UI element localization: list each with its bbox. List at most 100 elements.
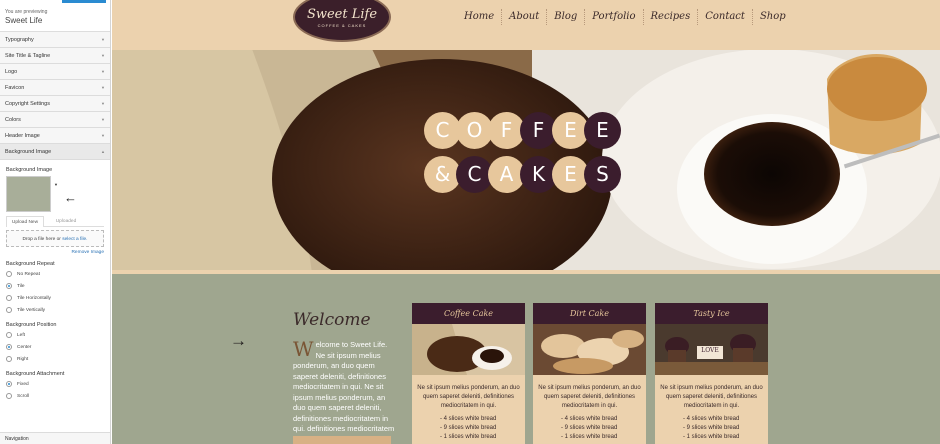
radio-label: Tile (17, 283, 25, 289)
product-card-tasty-ice[interactable]: Tasty Ice LOVE Ne sit ipsum melius ponde… (655, 303, 768, 444)
radio-button-selected[interactable] (6, 344, 12, 350)
section-label: Copyright Settings (5, 101, 50, 107)
radio-button[interactable] (6, 271, 12, 277)
card-image (412, 324, 525, 375)
chevron-down-icon: ▼ (101, 69, 105, 74)
card-text: Ne sit ipsum melius ponderum, an duo que… (538, 385, 641, 409)
preview-info: You are previewing Sweet Life (0, 3, 110, 32)
radio-center[interactable]: Center (6, 341, 104, 353)
card-image: LOVE (655, 324, 768, 375)
card-text: Ne sit ipsum melius ponderum, an duo que… (417, 385, 520, 409)
section-copyright[interactable]: Copyright Settings ▼ (0, 96, 110, 112)
radio-button-selected[interactable] (6, 381, 12, 387)
card-ingredients: - 4 slices white bread - 9 slices white … (655, 411, 768, 442)
radio-no-repeat[interactable]: No Repeat (6, 268, 104, 280)
section-logo[interactable]: Logo ▼ (0, 64, 110, 80)
file-drop-zone[interactable]: Drop a file here or select a file. (6, 230, 104, 247)
list-item: - 9 slices white bread (683, 425, 740, 431)
bg-image-thumbnail[interactable] (6, 176, 51, 212)
hero-bottom-border (112, 270, 940, 274)
list-item: - 4 slices white bread (561, 416, 618, 422)
customizer-sidebar: You are previewing Sweet Life Typography… (0, 0, 111, 444)
list-item: - 4 slices white bread (683, 416, 740, 422)
logo-title: Sweet Life (306, 7, 378, 22)
radio-button[interactable] (6, 307, 12, 313)
radio-tile[interactable]: Tile (6, 280, 104, 292)
radio-label: Center (17, 344, 32, 350)
chevron-down-icon: ▼ (101, 133, 105, 138)
section-label: Colors (5, 117, 21, 123)
section-label: Background Image (5, 149, 52, 155)
radio-button[interactable] (6, 356, 12, 362)
nav-recipes[interactable]: Recipes (642, 9, 698, 25)
nav-home[interactable]: Home (457, 9, 501, 25)
select-file-link[interactable]: select a file. (62, 237, 87, 242)
radio-label: No Repeat (17, 271, 40, 277)
welcome-title: Welcome (293, 310, 371, 330)
drop-text: Drop a file here or (22, 237, 63, 242)
card-text: Ne sit ipsum melius ponderum, an duo que… (660, 385, 763, 409)
chevron-down-icon[interactable]: ▼ (54, 182, 58, 187)
chevron-up-icon: ▲ (101, 149, 105, 154)
section-colors[interactable]: Colors ▼ (0, 112, 110, 128)
radio-scroll[interactable]: Scroll (6, 390, 104, 402)
bg-image-label: Background Image (6, 167, 53, 173)
radio-button[interactable] (6, 393, 12, 399)
list-item: - 1 slices white bread (440, 434, 497, 440)
section-label: Site Title & Tagline (5, 53, 51, 59)
nav-about[interactable]: About (501, 9, 546, 25)
card-title: Tasty Ice (655, 303, 768, 324)
nav-shop[interactable]: Shop (751, 9, 793, 25)
pastries-photo (533, 324, 646, 375)
drop-cap: W (293, 337, 314, 361)
section-navigation[interactable]: Navigation (0, 432, 110, 444)
list-item: - 1 slices white bread (561, 434, 618, 440)
section-header-image[interactable]: Header Image ▼ (0, 128, 110, 144)
radio-right[interactable]: Right (6, 353, 104, 365)
radio-label: Tile Horizontally (17, 295, 51, 301)
logo-subtitle: COFFEE & CAKES (317, 23, 367, 28)
chevron-down-icon: ▼ (101, 53, 105, 58)
section-label: Navigation (5, 436, 29, 442)
radio-tile-vertically[interactable]: Tile Vertically (6, 304, 104, 316)
bg-attachment-label: Background Attachment (6, 371, 65, 377)
remove-image-link[interactable]: Remove Image (6, 250, 104, 255)
product-card-dirt-cake[interactable]: Dirt Cake Ne sit ipsum melius ponderum, … (533, 303, 646, 444)
card-title: Dirt Cake (533, 303, 646, 324)
site-header: Home About Blog Portfolio Recipes Contac… (112, 0, 940, 48)
chevron-down-icon: ▼ (101, 117, 105, 122)
section-background-image[interactable]: Background Image ▲ (0, 144, 110, 160)
welcome-text: Welcome to Sweet Life. Ne sit ipsum meli… (293, 337, 396, 435)
radio-label: Scroll (17, 393, 29, 399)
list-item: - 4 slices white bread (440, 416, 497, 422)
card-ingredients: - 4 slices white bread - 9 slices white … (412, 411, 525, 442)
card-ingredients: - 4 slices white bread - 9 slices white … (533, 411, 646, 442)
section-label: Header Image (5, 133, 40, 139)
section-label: Favicon (5, 85, 25, 91)
radio-fixed[interactable]: Fixed (6, 378, 104, 390)
nav-blog[interactable]: Blog (546, 9, 584, 25)
save-publish-button[interactable] (62, 0, 106, 3)
radio-button[interactable] (6, 295, 12, 301)
section-favicon[interactable]: Favicon ▼ (0, 80, 110, 96)
hero-letter: S (584, 156, 621, 193)
product-card-coffee-cake[interactable]: Coffee Cake Ne sit ipsum melius ponderum… (412, 303, 525, 444)
radio-label: Right (17, 356, 29, 362)
radio-button-selected[interactable] (6, 283, 12, 289)
radio-tile-horizontally[interactable]: Tile Horizontally (6, 292, 104, 304)
tab-uploaded[interactable]: Uploaded (46, 216, 86, 227)
radio-left[interactable]: Left (6, 329, 104, 341)
read-more-button[interactable] (293, 436, 391, 444)
section-site-title[interactable]: Site Title & Tagline ▼ (0, 48, 110, 64)
nav-contact[interactable]: Contact (697, 9, 752, 25)
tab-upload-new[interactable]: Upload New (6, 216, 44, 227)
nav-portfolio[interactable]: Portfolio (584, 9, 642, 25)
hero-banner: C O F F E E & C A K E S (112, 49, 940, 273)
sidebar-top-bar (0, 0, 110, 3)
chevron-down-icon: ▼ (101, 37, 105, 42)
section-typography[interactable]: Typography ▼ (0, 32, 110, 48)
radio-button[interactable] (6, 332, 12, 338)
hero-letter: E (584, 112, 621, 149)
list-item: - 9 slices white bread (440, 425, 497, 431)
radio-label: Tile Vertically (17, 307, 46, 313)
